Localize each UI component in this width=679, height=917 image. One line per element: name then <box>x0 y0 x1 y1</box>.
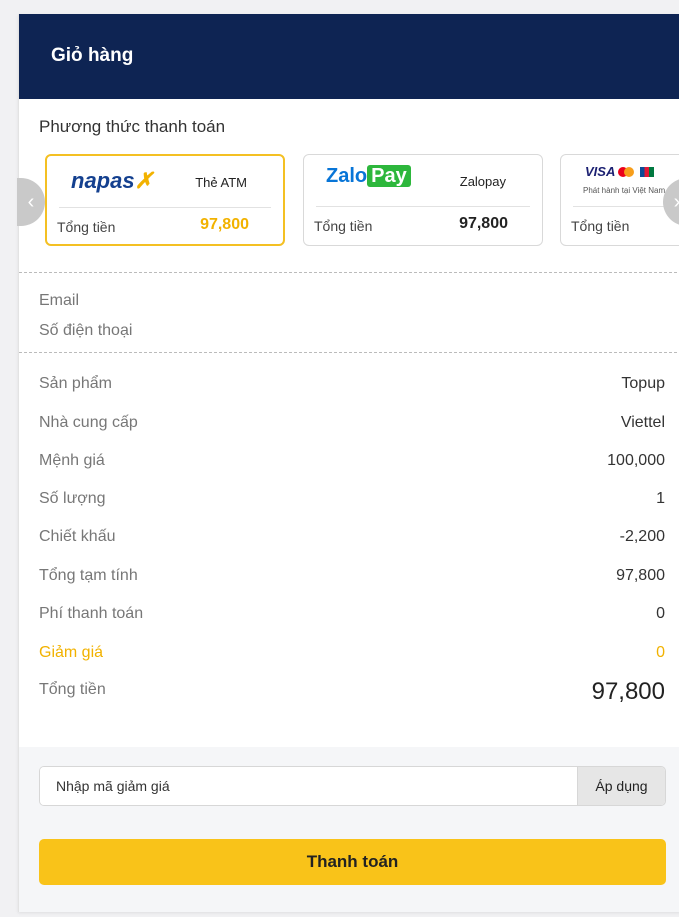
napas-logo: napas✗ <box>71 168 154 193</box>
payment-method-title: Phương thức thanh toán <box>39 117 226 136</box>
divider <box>19 272 679 273</box>
cart-panel: Giỏ hàng Phương thức thanh toán napas✗ T… <box>17 14 679 912</box>
summary-row: Số lượng 1 <box>39 490 665 507</box>
card-header: napas✗ Thẻ ATM <box>59 156 271 208</box>
card-total-label: Tổng tiền <box>571 218 630 234</box>
card-header: Zalo Pay Zalopay <box>316 155 530 207</box>
payment-method-carousel: napas✗ Thẻ ATM Tổng tiền 97,800 Zalo Pay … <box>19 152 679 248</box>
apply-promo-button[interactable]: Áp dụng <box>577 767 665 805</box>
chevron-right-icon: › <box>674 191 679 214</box>
divider <box>19 352 679 353</box>
zalopay-logo: Zalo Pay <box>326 165 411 188</box>
promo-code-input[interactable] <box>40 767 578 805</box>
card-name: Thẻ ATM <box>195 175 247 190</box>
cart-header: Giỏ hàng <box>19 14 679 99</box>
promo-section: Áp dụng Thanh toán <box>19 747 679 912</box>
total-row: Tổng tiền 97,800 <box>39 678 665 705</box>
payment-card-zalopay[interactable]: Zalo Pay Zalopay Tổng tiền 97,800 <box>303 154 543 246</box>
cart-title: Giỏ hàng <box>51 45 134 66</box>
card-name: Zalopay <box>459 174 506 189</box>
card-total-value: 97,800 <box>200 216 249 233</box>
summary-row: Chiết khấu -2,200 <box>39 528 665 545</box>
card-total-label: Tổng tiền <box>314 218 373 234</box>
discount-row: Giảm giá 0 <box>39 644 665 661</box>
email-field[interactable]: Email <box>39 292 79 310</box>
summary-row: Tổng tạm tính 97,800 <box>39 567 665 584</box>
summary-row: Nhà cung cấp Viettel <box>39 414 665 431</box>
summary-row: Sản phẩm Topup <box>39 375 665 392</box>
payment-card-visa[interactable]: VISA Phát hành tại Việt Nam Tổng tiền <box>560 154 679 246</box>
card-subtitle: Phát hành tại Việt Nam <box>583 186 666 195</box>
phone-field[interactable]: Số điện thoại <box>39 322 132 340</box>
card-total-value: 97,800 <box>459 215 508 232</box>
payment-card-atm[interactable]: napas✗ Thẻ ATM Tổng tiền 97,800 <box>45 154 285 246</box>
promo-code-box: Áp dụng <box>39 766 666 806</box>
chevron-left-icon: ‹ <box>27 190 35 213</box>
checkout-button[interactable]: Thanh toán <box>39 839 666 885</box>
card-total-label: Tổng tiền <box>57 219 116 235</box>
visa-mastercard-jcb-logo: VISA <box>585 164 655 179</box>
summary-row: Phí thanh toán 0 <box>39 605 665 622</box>
summary-row: Mệnh giá 100,000 <box>39 452 665 469</box>
